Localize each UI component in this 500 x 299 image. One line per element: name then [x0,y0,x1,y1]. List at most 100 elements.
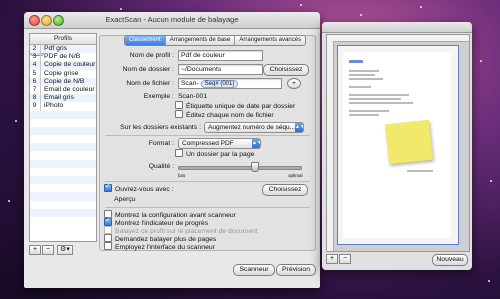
folder-name-label: Nom de dossier : [122,66,174,73]
profile-item[interactable]: 8 Email gris [30,94,96,103]
remove-profile-button[interactable]: − [42,245,54,255]
edit-name-label: Éditez chaque nom de fichier [186,111,274,119]
profile-item[interactable]: 2 Pdf gris [30,45,96,54]
edit-name-box[interactable] [175,110,183,118]
quality-low-label: bas [178,173,186,178]
profile-item[interactable]: 7 Email de couleur [30,85,96,95]
scan-placement-box[interactable] [104,226,112,234]
preview-canvas[interactable] [326,34,470,252]
empty-row [30,110,96,119]
empty-row [30,119,96,127]
open-with-app: Aperçu [114,196,136,203]
divider [105,135,310,136]
title-bar: ExactScan - Aucun module de balayage [24,12,320,29]
sequence-token[interactable]: Seq# (001) [200,80,239,88]
choose-app-button[interactable]: Choisissez [262,184,308,196]
existing-files-value: Augmentez numéro de séqu... [208,124,296,131]
folder-per-page-checkbox[interactable]: Un dossier par la page [175,149,254,158]
profile-number: 5 [32,69,37,77]
vertical-ruler [327,41,334,251]
preview-button[interactable]: Prévision [276,264,316,276]
unique-date-label: Étiquette unique de date par dossier [186,102,296,110]
file-name-label: Nom de fichier : [126,80,174,87]
profile-name: PDF de N/B [40,53,80,62]
profile-name: Email de couleur [40,85,95,95]
empty-row [30,176,96,185]
add-profile-button[interactable]: + [29,245,41,255]
unique-date-box[interactable] [175,101,183,109]
profile-name: Copie grise [40,69,78,78]
divider [105,207,310,208]
zoom-out-button[interactable]: − [339,254,351,264]
doc-line [349,86,371,88]
quality-slider-track[interactable] [178,166,302,170]
scan-button[interactable]: Scanneur [233,264,275,276]
format-select[interactable]: Compressed PDF ▲▼ [178,138,261,149]
choose-folder-button[interactable]: Choisissez [263,64,309,76]
scan-placement-checkbox[interactable]: Balayez ce profil sur le placement de do… [104,226,258,235]
existing-files-label: Sur les dossiers existants : [120,124,201,131]
edit-name-checkbox[interactable]: Éditez chaque nom de fichier [175,110,274,119]
doc-signature [407,170,433,172]
profile-name: Pdf gris [40,45,67,54]
doc-line [349,114,379,116]
progress-box[interactable] [104,216,112,226]
quality-label: Qualité : [148,163,174,170]
tab-basic-settings[interactable]: Arrangements de base [165,36,236,45]
profile-item[interactable]: 5 Copie grise [30,69,96,78]
profile-item[interactable]: 3 PDF de N/B [30,53,96,62]
new-preview-button[interactable]: Nouveau [432,254,468,266]
window-title: ExactScan - Aucun module de balayage [105,15,239,24]
preview-title-bar [322,22,472,33]
profile-number: 8 [32,94,37,102]
file-prefix: Scan- [181,80,199,87]
open-with-box[interactable] [104,182,112,192]
open-with-checkbox[interactable]: Ouvrez-vous avec : [104,182,174,193]
doc-line [349,98,401,100]
folder-name-field[interactable]: ~/Documents [178,64,263,75]
scanned-document-preview [343,52,451,238]
profile-name-label: Nom de profil : [129,52,174,59]
show-config-label: Montrez la configuration avant scanneur [115,211,236,219]
existing-files-select[interactable]: Augmentez numéro de séqu... ▲▼ [204,122,304,133]
file-name-field[interactable]: Scan- Seq# (001) [178,78,282,89]
zoom-in-button[interactable]: + [326,254,338,264]
ask-more-checkbox[interactable]: Demandez balayer plus de pages [104,234,216,243]
unique-date-checkbox[interactable]: Étiquette unique de date par dossier [175,101,296,110]
profiles-list[interactable]: Profils 1Pdf de couleur2Pdf gris3PDF de … [29,33,97,242]
open-with-label: Ouvrez-vous avec : [115,185,174,193]
show-config-checkbox[interactable]: Montrez la configuration avant scanneur [104,210,236,219]
chevron-down-icon: ▲▼ [295,123,304,132]
profile-item[interactable]: 4 Copie de couleur [30,61,96,70]
profile-item[interactable]: 6 Copie de N/B [30,77,96,86]
profile-name: Copie de N/B [40,77,84,86]
profile-name-field[interactable]: Pdf de couleur [178,50,263,61]
quality-high-label: optimal [288,173,303,178]
scanner-interface-box[interactable] [104,242,112,250]
doc-line [349,74,375,76]
preview-window: + − Nouveau [322,22,472,270]
progress-label: Montrez l'indicateur de progrès [115,219,209,227]
profile-item[interactable]: 9 iPhoto [30,102,96,111]
doc-line [349,94,409,96]
quality-slider-knob[interactable] [250,162,259,172]
scan-area-selection[interactable] [337,45,459,245]
empty-row [30,159,96,168]
folder-per-page-box[interactable] [175,149,183,157]
profile-name: Copie de couleur [40,61,95,70]
exactscan-window: ExactScan - Aucun module de balayage Pro… [24,12,320,288]
gear-menu-button[interactable]: ⚙▾ [56,245,73,255]
progress-checkbox[interactable]: Montrez l'indicateur de progrès [104,216,209,227]
add-token-button[interactable]: + [287,78,301,89]
empty-row [30,151,96,159]
profile-number: 7 [32,85,37,93]
tab-advanced-settings[interactable]: Arrangements avancés [235,36,306,45]
profile-number: 3 [32,53,37,61]
format-value: Compressed PDF [182,140,234,147]
empty-row [30,184,96,192]
scan-placement-label: Balayez ce profil sur le placement de do… [115,227,258,235]
doc-line [349,110,389,112]
scanner-interface-checkbox[interactable]: Employez l'interface du scanneur [104,242,215,251]
ask-more-box[interactable] [104,234,112,242]
tab-classement[interactable]: Classement [125,36,166,45]
